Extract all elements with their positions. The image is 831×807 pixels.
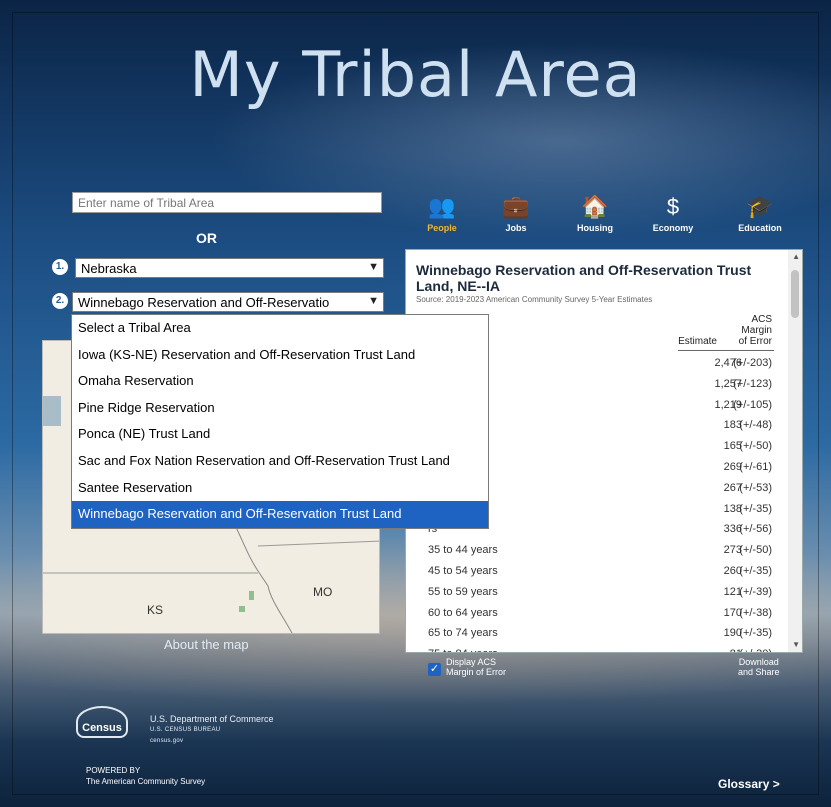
tab-economy-label: Economy — [652, 223, 694, 233]
briefcase-icon: 💼 — [502, 194, 530, 219]
doc-line3: census.gov — [150, 738, 184, 744]
row-margin-of-error: (+/-35) — [739, 565, 772, 577]
dropdown-option[interactable]: Omaha Reservation — [72, 368, 488, 395]
dropdown-option[interactable]: Sac and Fox Nation Reservation and Off-R… — [72, 448, 488, 475]
header-moe-line1: ACS — [751, 314, 772, 325]
tab-economy[interactable]: $ Economy — [643, 194, 703, 233]
row-margin-of-error: (+/-123) — [733, 377, 772, 390]
people-icon: 👥 — [428, 194, 456, 219]
step-2-badge: 2. — [52, 293, 68, 309]
row-margin-of-error: (+/-61) — [739, 461, 772, 473]
tab-jobs[interactable]: 💼 Jobs — [486, 194, 546, 233]
row-label: 45 to 54 years — [428, 565, 498, 577]
scroll-down-icon[interactable]: ▼ — [792, 640, 800, 649]
row-margin-of-error: (+/-48) — [739, 419, 772, 432]
tab-housing[interactable]: 🏠 Housing — [565, 194, 625, 233]
table-row: 45 to 54 years 260 (+/-35) — [406, 562, 802, 582]
row-margin-of-error: (+/-35) — [739, 627, 772, 640]
chevron-down-icon: ▼ — [368, 261, 379, 273]
row-margin-of-error: (+/-30) — [739, 648, 772, 652]
powered-by-line1: POWERED BY — [86, 766, 141, 775]
table-row: 35 to 44 years 273 (+/-50) — [406, 541, 802, 561]
tribal-area-dropdown[interactable]: Select a Tribal Area Iowa (KS-NE) Reserv… — [71, 314, 489, 529]
dropdown-option[interactable]: Select a Tribal Area — [72, 315, 488, 342]
map-label-mo: MO — [313, 585, 333, 599]
display-moe-checkbox[interactable]: ✓ — [428, 663, 441, 676]
download-share-button[interactable]: Download and Share — [738, 657, 780, 677]
header-divider — [678, 350, 774, 351]
dropdown-option[interactable]: Ponca (NE) Trust Land — [72, 421, 488, 448]
tab-people-label: People — [427, 223, 457, 233]
table-row: 55 to 59 years 121 (+/-39) — [406, 583, 802, 603]
row-margin-of-error: (+/-53) — [739, 481, 772, 494]
row-label: 55 to 59 years — [428, 585, 498, 598]
table-row: 65 to 74 years 190 (+/-35) — [406, 624, 802, 644]
dropdown-option[interactable]: Iowa (KS-NE) Reservation and Off-Reserva… — [72, 342, 488, 369]
row-label: 60 to 64 years — [428, 606, 498, 619]
tribal-area-select-value: Winnebago Reservation and Off-Reservatio — [78, 295, 330, 310]
panel-source: Source: 2019-2023 American Community Sur… — [416, 295, 653, 304]
census-logo[interactable]: Census — [76, 706, 128, 738]
powered-by-line2: The American Community Survey — [86, 777, 206, 786]
table-row: 75 to 84 years81(+/-30) — [406, 645, 802, 652]
row-label: 65 to 74 years — [428, 627, 498, 640]
tab-education[interactable]: 🎓 Education — [730, 194, 790, 233]
scroll-up-icon[interactable]: ▲ — [792, 252, 800, 261]
row-margin-of-error: (+/-105) — [733, 398, 772, 411]
map-tribal-area[interactable] — [239, 606, 245, 612]
about-map-link[interactable]: About the map — [164, 637, 249, 652]
row-label: 75 to 84 years — [428, 648, 498, 652]
dropdown-option[interactable]: Pine Ridge Reservation — [72, 395, 488, 422]
page-title: My Tribal Area — [189, 38, 642, 111]
display-moe-label-line1: Display ACS — [446, 657, 497, 667]
tribal-area-search-input[interactable]: Enter name of Tribal Area — [72, 192, 382, 213]
display-moe-label-line2: Margin of Error — [446, 667, 507, 677]
row-margin-of-error: (+/-50) — [739, 440, 772, 453]
dollar-icon: $ — [666, 194, 680, 219]
download-label-line2: and Share — [738, 667, 780, 677]
step-1-badge: 1. — [52, 259, 68, 275]
row-margin-of-error: (+/-35) — [739, 502, 772, 515]
map-water — [43, 396, 61, 426]
doc-block: U.S. Department of Commerce U.S. CENSUS … — [150, 714, 274, 747]
header-moe-line3: of Error — [738, 336, 772, 347]
map-label-ks: KS — [147, 603, 164, 617]
house-icon: 🏠 — [581, 194, 609, 219]
header-moe-line2: Margin — [741, 325, 772, 336]
glossary-link[interactable]: Glossary > — [718, 777, 780, 791]
tribal-area-select[interactable]: Winnebago Reservation and Off-Reservatio… — [72, 292, 384, 312]
row-margin-of-error: (+/-56) — [739, 523, 772, 536]
display-moe-label: Display ACS Margin of Error — [446, 657, 506, 677]
tab-people[interactable]: 👥 People — [412, 194, 472, 233]
panel-title: Winnebago Reservation and Off-Reservatio… — [416, 262, 752, 294]
header-estimate: Estimate — [678, 336, 717, 347]
scrollbar-thumb[interactable] — [791, 270, 799, 318]
state-select[interactable]: Nebraska ▼ — [75, 258, 384, 278]
download-label-line1: Download — [738, 657, 779, 667]
row-margin-of-error: (+/-50) — [739, 544, 772, 557]
map-state-border — [257, 540, 379, 547]
chevron-down-icon: ▼ — [368, 295, 379, 307]
row-label: 35 to 44 years — [428, 544, 498, 557]
row-margin-of-error: (+/-39) — [739, 585, 772, 598]
map-river — [232, 520, 293, 633]
table-row: 60 to 64 years 170 (+/-38) — [406, 604, 802, 624]
panel-scrollbar[interactable]: ▲ ▼ — [788, 250, 802, 652]
row-margin-of-error: (+/-203) — [733, 357, 772, 369]
tab-education-label: Education — [738, 223, 782, 233]
doc-line2: U.S. CENSUS BUREAU — [150, 727, 221, 733]
powered-by: POWERED BY The American Community Survey — [86, 765, 205, 787]
dropdown-option-selected[interactable]: Winnebago Reservation and Off-Reservatio… — [72, 501, 488, 528]
tab-housing-label: Housing — [577, 223, 613, 233]
row-margin-of-error: (+/-38) — [739, 606, 772, 619]
state-select-value: Nebraska — [81, 261, 137, 276]
map-tribal-area[interactable] — [249, 591, 254, 600]
doc-line1: U.S. Department of Commerce — [150, 714, 274, 724]
dropdown-option[interactable]: Santee Reservation — [72, 475, 488, 502]
or-label: OR — [196, 230, 217, 246]
graduation-cap-icon: 🎓 — [746, 194, 774, 219]
tab-jobs-label: Jobs — [505, 223, 527, 233]
